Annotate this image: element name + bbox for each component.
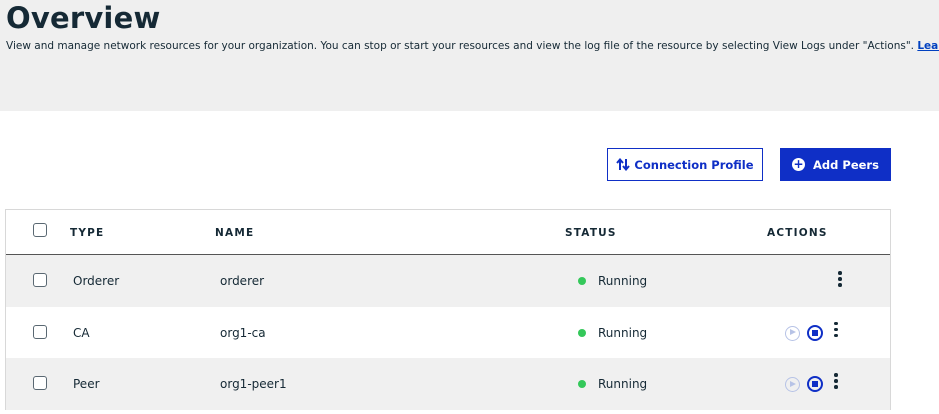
- add-peers-label: Add Peers: [813, 157, 879, 172]
- play-circle-icon[interactable]: [785, 325, 800, 341]
- column-header-actions: ACTIONS: [767, 227, 828, 239]
- add-peers-button[interactable]: + Add Peers: [780, 148, 891, 181]
- sort-arrows-icon: [616, 158, 631, 171]
- row-name: orderer: [220, 274, 265, 288]
- learn-more-link[interactable]: Learn more: [917, 40, 939, 52]
- row-checkbox[interactable]: [33, 273, 47, 287]
- plus-circle-icon: +: [792, 157, 806, 171]
- page-title: Overview: [6, 1, 161, 35]
- row-status: Running: [598, 274, 648, 288]
- column-header-type[interactable]: TYPE: [70, 227, 104, 239]
- select-all-checkbox[interactable]: [33, 223, 47, 237]
- row-type: CA: [73, 325, 90, 340]
- overflow-menu-icon[interactable]: [834, 373, 838, 391]
- page-header: Overview View and manage network resourc…: [0, 0, 939, 111]
- column-header-status[interactable]: STATUS: [565, 227, 617, 239]
- row-status: Running: [598, 325, 648, 340]
- row-type: Peer: [73, 377, 100, 391]
- row-name: org1-ca: [220, 325, 266, 340]
- row-status: Running: [598, 377, 648, 391]
- column-header-name[interactable]: NAME: [215, 227, 254, 239]
- overflow-menu-icon[interactable]: [838, 271, 842, 289]
- connection-profile-button[interactable]: Connection Profile: [607, 148, 763, 181]
- page-description: View and manage network resources for yo…: [6, 40, 939, 52]
- status-dot-icon: [578, 328, 586, 337]
- table-row: Orderer orderer Running: [6, 255, 890, 307]
- description-text: View and manage network resources for yo…: [6, 40, 915, 52]
- connection-profile-label: Connection Profile: [634, 157, 754, 172]
- stop-circle-icon[interactable]: [807, 376, 823, 392]
- row-type: Orderer: [73, 274, 120, 288]
- overflow-menu-icon[interactable]: [834, 321, 838, 340]
- table-row: Peer org1-peer1 Running: [6, 358, 890, 410]
- play-circle-icon[interactable]: [785, 377, 800, 392]
- resources-table: TYPE NAME STATUS ACTIONS Orderer orderer…: [5, 209, 891, 410]
- table-header: TYPE NAME STATUS ACTIONS: [6, 210, 890, 255]
- stop-circle-icon[interactable]: [807, 324, 823, 341]
- row-name: org1-peer1: [220, 377, 287, 391]
- status-dot-icon: [578, 380, 586, 388]
- status-dot-icon: [578, 277, 586, 285]
- row-checkbox[interactable]: [33, 324, 47, 339]
- table-row: CA org1-ca Running: [6, 306, 890, 358]
- row-checkbox[interactable]: [33, 376, 47, 390]
